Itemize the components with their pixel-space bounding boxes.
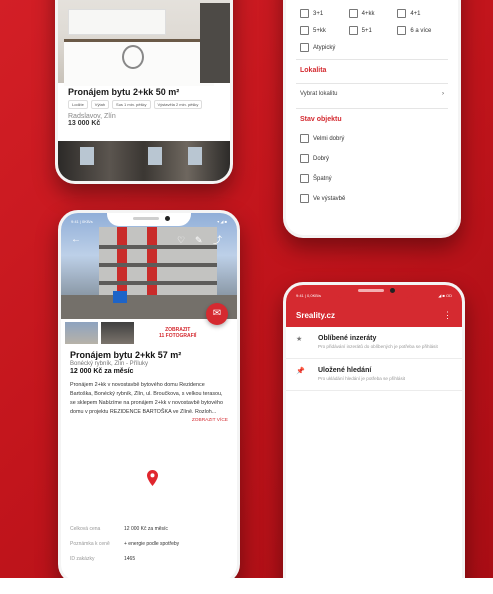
- checkbox-state[interactable]: Ve výstavbě: [300, 194, 444, 203]
- locality-heading: Lokalita: [300, 67, 327, 74]
- menu-item-subtitle: Pro přidávání inzerátů do oblíbených je …: [318, 344, 438, 349]
- gallery-thumb[interactable]: [65, 322, 98, 344]
- status-time: 9:41 | 0KB/s: [71, 219, 93, 224]
- checkbox-box[interactable]: [300, 194, 309, 203]
- checkbox-disposition[interactable]: 3+1: [300, 9, 349, 18]
- more-vert-icon[interactable]: ⋮: [443, 310, 452, 321]
- detail-description: Pronájem 2+kk v novostavbě bytového domu…: [70, 382, 223, 415]
- back-arrow-icon[interactable]: ←: [71, 235, 81, 245]
- checkbox-box[interactable]: [397, 9, 407, 18]
- promo-background: Pronájem bytu 2+kk 50 m² Lodžie Výtah Su…: [0, 0, 493, 594]
- heart-icon[interactable]: ♡: [177, 235, 185, 245]
- gallery-thumb[interactable]: [101, 322, 134, 344]
- divider: [296, 83, 448, 84]
- checkbox-box[interactable]: [300, 9, 309, 18]
- menu-list: ★ Oblíbené inzeráty Pro přidávání inzerá…: [286, 327, 462, 391]
- state-list: Velmi dobrý Dobrý Špatný Ve výstavbě: [286, 134, 458, 203]
- param-row: Celková cena 12 000 Kč za měsíc: [70, 526, 168, 532]
- menu-item-subtitle: Pro ukládání hledání je potřeba se přihl…: [318, 376, 406, 381]
- state-heading: Stav objektu: [300, 116, 342, 123]
- listing-tag: Výtah: [90, 100, 110, 109]
- detail-params: Celková cena 12 000 Kč za měsíc Poznámka …: [70, 517, 228, 571]
- share-icon[interactable]: ⤴: [213, 235, 222, 245]
- menu-item-title: Uložené hledání: [318, 367, 372, 374]
- checkbox-state[interactable]: Dobrý: [300, 154, 444, 163]
- phone-filters: 3+1 4+kk 4+1 5+kk 5+1 6 a více Atypický …: [283, 0, 461, 238]
- menu-item-favorites[interactable]: ★ Oblíbené inzeráty Pro přidávání inzerá…: [286, 327, 462, 359]
- status-time: 9:41 | 0,0KB/s: [296, 293, 322, 298]
- checkbox-box[interactable]: [300, 26, 309, 35]
- map-pin-icon[interactable]: [147, 470, 158, 486]
- checkbox-box[interactable]: [300, 174, 309, 183]
- menu-item-title: Oblíbené inzeráty: [318, 335, 377, 342]
- status-icons: ◢ ■ OD: [438, 293, 452, 298]
- app-logo[interactable]: Sreality.cz: [296, 311, 335, 320]
- divider: [296, 108, 448, 109]
- phone-notch: [332, 285, 416, 298]
- disposition-grid: 3+1 4+kk 4+1 5+kk 5+1 6 a více Atypický: [286, 0, 458, 52]
- detail-body: Pronájem bytu 2+kk 57 m² Bonécký rybník,…: [61, 350, 237, 423]
- checkbox-state[interactable]: Špatný: [300, 174, 444, 183]
- listing-tag: Lodžie: [68, 100, 88, 109]
- locality-select[interactable]: Vybrat lokalitu ›: [286, 91, 458, 97]
- param-row: Poznámka k ceně + energie podle spotřeby: [70, 541, 180, 547]
- status-icons: ▾ ◢ ■: [217, 219, 227, 224]
- checkbox-disposition[interactable]: 4+1: [397, 9, 446, 18]
- checkbox-box[interactable]: [348, 9, 358, 18]
- phone-menu: 9:41 | 0,0KB/s ◢ ■ OD Sreality.cz ⋮ ★ Ob…: [283, 282, 465, 594]
- detail-price: 12 000 Kč za měsíc: [70, 368, 134, 375]
- listing-location: Radslavov, Zlín: [68, 113, 116, 120]
- checkbox-disposition[interactable]: Atypický: [300, 43, 349, 52]
- detail-address: Bonécký rybník, Zlín - Příluky: [70, 361, 149, 367]
- checkbox-box[interactable]: [300, 43, 309, 52]
- listing-tag: Výstavěla 2 min. pěšky: [153, 100, 203, 109]
- menu-item-saved-searches[interactable]: 📌 Uložené hledání Pro ukládání hledání j…: [286, 359, 462, 391]
- checkbox-box[interactable]: [397, 26, 407, 35]
- checkbox-disposition[interactable]: 5+1: [348, 26, 398, 35]
- checkbox-state[interactable]: Velmi dobrý: [300, 134, 444, 143]
- checkbox-box[interactable]: [300, 154, 309, 163]
- listing-card[interactable]: Pronájem bytu 2+kk 50 m² Lodžie Výtah Su…: [58, 83, 230, 131]
- app-bar: 9:41 | 0,0KB/s ◢ ■ OD Sreality.cz ⋮: [286, 285, 462, 327]
- checkbox-disposition[interactable]: 5+kk: [300, 26, 349, 35]
- locality-select-label: Vybrat lokalitu: [300, 91, 338, 97]
- listing-photo[interactable]: [58, 0, 230, 86]
- listing-price: 13 000 Kč: [68, 120, 101, 127]
- contact-mail-button[interactable]: ✉: [206, 303, 228, 325]
- checkbox-box[interactable]: [300, 134, 309, 143]
- listing-tags: Lodžie Výtah Sus 1 min. pěšky Výstavěla …: [68, 100, 220, 109]
- listing-tag: Sus 1 min. pěšky: [112, 100, 151, 109]
- detail-photo[interactable]: ← ♡ ✎ ⤴: [61, 213, 237, 319]
- star-icon: ★: [296, 336, 303, 343]
- phone-detail: 9:41 | 0KB/s ▾ ◢ ■ ← ♡ ✎ ⤴ ✉ ZOBRAZIT 11…: [58, 210, 240, 584]
- gallery-show-all[interactable]: ZOBRAZIT 11 FOTOGRAFIÍ: [159, 327, 196, 339]
- next-listing-photo[interactable]: [58, 141, 230, 181]
- checkbox-box[interactable]: [348, 26, 358, 35]
- checkbox-disposition[interactable]: 4+kk: [348, 9, 398, 18]
- envelope-icon: ✉: [212, 308, 222, 319]
- param-row: ID zakázky 1465: [70, 556, 136, 562]
- detail-title: Pronájem bytu 2+kk 57 m²: [70, 350, 182, 360]
- chevron-right-icon: ›: [442, 91, 444, 97]
- checkbox-disposition[interactable]: 6 a více: [397, 26, 446, 35]
- phone-notch: [107, 213, 191, 226]
- divider: [296, 59, 448, 60]
- pin-icon: 📌: [296, 368, 305, 375]
- edit-icon[interactable]: ✎: [195, 235, 203, 245]
- phone-listing: Pronájem bytu 2+kk 50 m² Lodžie Výtah Su…: [55, 0, 233, 184]
- listing-title: Pronájem bytu 2+kk 50 m²: [68, 87, 180, 97]
- show-more-link[interactable]: ZOBRAZIT VÍCE: [70, 418, 228, 423]
